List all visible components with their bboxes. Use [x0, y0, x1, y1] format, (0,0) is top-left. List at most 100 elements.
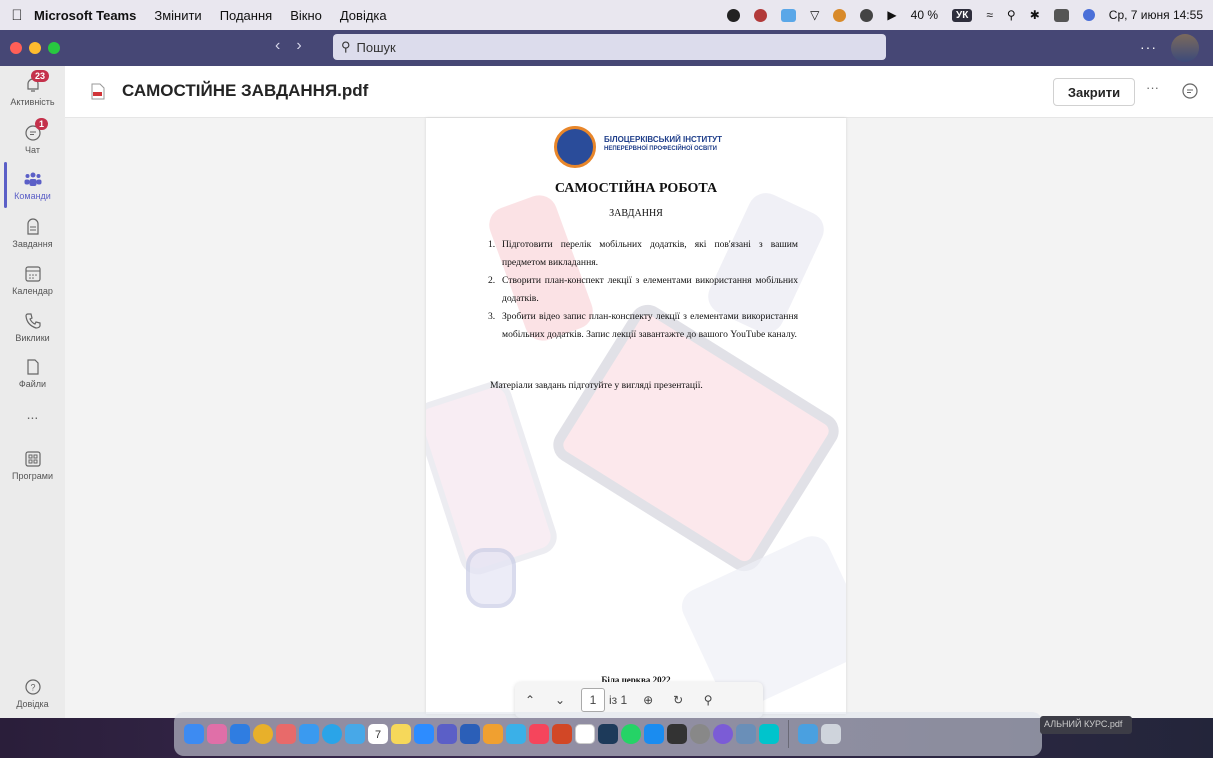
search-icon[interactable]: ⚲ — [1007, 8, 1016, 22]
teams-titlebar: ‹ › ⚲ Пошук ··· — [0, 30, 1213, 66]
chrome-icon[interactable] — [253, 724, 273, 744]
rail-item-apps[interactable]: Програми — [0, 450, 65, 481]
zoom-icon[interactable] — [414, 724, 434, 744]
keyboard-layout-badge[interactable]: УК — [952, 8, 973, 22]
status-app-icon[interactable] — [754, 8, 768, 22]
rail-label: Завдання — [12, 239, 53, 249]
preview-icon[interactable] — [736, 724, 756, 744]
institute-logo — [554, 126, 596, 168]
back-arrow-icon[interactable]: ‹ — [275, 37, 280, 55]
avatar[interactable] — [1171, 34, 1199, 62]
safari-icon[interactable] — [230, 724, 250, 744]
battery-label[interactable]: 40 % — [911, 8, 938, 22]
downloads-folder-icon[interactable] — [798, 724, 818, 744]
powerpoint-icon[interactable] — [552, 724, 572, 744]
settings-icon[interactable] — [690, 724, 710, 744]
rail-label: Довідка — [16, 699, 49, 709]
rail-item-chat[interactable]: Чат 1 — [0, 118, 65, 155]
more-options-icon[interactable]: ··· — [1146, 80, 1159, 95]
rail-more-button[interactable]: ... — [0, 406, 65, 422]
maps-icon[interactable] — [345, 724, 365, 744]
apple-icon[interactable]:  — [0, 7, 34, 24]
rail-label: Активність — [10, 97, 55, 107]
status-app-icon[interactable] — [727, 8, 741, 22]
wifi-icon[interactable]: ≈ — [986, 8, 993, 22]
app-icon[interactable] — [506, 724, 526, 744]
app-icon[interactable] — [598, 724, 618, 744]
app-icon[interactable] — [483, 724, 503, 744]
menu-app-name[interactable]: Microsoft Teams — [34, 8, 136, 23]
task-text: Підготовити перелік мобільних додатків, … — [502, 239, 798, 268]
task-number: 3. — [488, 311, 496, 322]
document-heading: САМОСТІЙНА РОБОТА — [554, 181, 718, 196]
notes-icon[interactable] — [391, 724, 411, 744]
menu-window[interactable]: Вікно — [290, 8, 322, 23]
viber-icon[interactable] — [713, 724, 733, 744]
mail-icon[interactable] — [299, 724, 319, 744]
rotate-icon[interactable]: ↻ — [663, 693, 693, 707]
rail-label: Файли — [18, 379, 47, 389]
minimize-window-button[interactable] — [29, 42, 41, 54]
rail-label: Виклики — [15, 333, 50, 343]
teams-icon[interactable] — [437, 724, 457, 744]
search-icon[interactable]: ⚲ — [693, 693, 723, 707]
settings-more-icon[interactable]: ··· — [1140, 39, 1157, 55]
photos-icon[interactable] — [276, 724, 296, 744]
whatsapp-icon[interactable] — [621, 724, 641, 744]
task-list: 1. Підготовити перелік мобільних додаткі… — [488, 236, 798, 344]
status-app-icon[interactable] — [781, 8, 797, 22]
pdf-file-icon — [91, 83, 105, 100]
page-number-input[interactable]: 1 — [581, 688, 605, 712]
menu-edit[interactable]: Змінити — [154, 8, 201, 23]
rail-item-calls[interactable]: Виклики — [0, 312, 65, 343]
forward-arrow-icon[interactable]: › — [296, 37, 301, 55]
rail-item-help[interactable]: ? Довідка — [0, 678, 65, 709]
play-icon[interactable]: ▶ — [887, 8, 896, 22]
status-app-icon[interactable] — [860, 8, 874, 22]
app-store-icon[interactable] — [644, 724, 664, 744]
menu-view[interactable]: Подання — [220, 8, 273, 23]
pdf-viewer[interactable]: БІЛОЦЕРКІВСЬКИЙ ІНСТИТУТ НЕПЕРЕРВНОЇ ПРО… — [65, 118, 1213, 718]
rail-item-activity[interactable]: Активність 23 — [0, 70, 65, 107]
word-icon[interactable] — [460, 724, 480, 744]
window-controls — [10, 42, 60, 54]
task-text: Створити план-конспект лекції з елемента… — [502, 275, 798, 304]
zoom-in-icon[interactable]: ⊕ — [633, 693, 663, 707]
document-note: Матеріали завдань підготуйте у вигляді п… — [490, 380, 703, 391]
trash-icon[interactable] — [821, 724, 841, 744]
music-icon[interactable] — [529, 724, 549, 744]
rail-item-assignments[interactable]: Завдання — [0, 218, 65, 249]
rail-label: Чат — [25, 145, 40, 155]
calculator-icon[interactable] — [667, 724, 687, 744]
control-center-icon[interactable] — [1053, 8, 1069, 22]
rail-item-teams[interactable]: Команди — [0, 170, 65, 201]
canva-icon[interactable] — [759, 724, 779, 744]
dock-separator — [788, 720, 789, 748]
chat-icon[interactable] — [1181, 82, 1199, 100]
teams-icon — [24, 172, 41, 186]
calendar-icon[interactable]: 7 — [368, 724, 388, 744]
textedit-icon[interactable] — [575, 724, 595, 744]
launchpad-icon[interactable] — [207, 724, 227, 744]
close-window-button[interactable] — [10, 42, 22, 54]
menubar-datetime[interactable]: Ср, 7 июня 14:55 — [1109, 8, 1203, 22]
telegram-icon[interactable] — [322, 724, 342, 744]
finder-icon[interactable] — [184, 724, 204, 744]
siri-icon[interactable] — [1082, 9, 1095, 21]
desktop-file-label[interactable]: АЛЬНИЙ КУРС.pdf — [1040, 716, 1132, 734]
list-item: 3. Зробити відео запис план-конспекту ле… — [488, 308, 798, 344]
help-icon: ? — [24, 679, 41, 695]
search-input[interactable]: ⚲ Пошук — [333, 34, 886, 60]
shield-icon[interactable]: ▽ — [810, 8, 819, 22]
rail-item-calendar[interactable]: Календар — [0, 265, 65, 296]
next-page-icon[interactable]: ⌄ — [545, 693, 575, 707]
rail-item-files[interactable]: Файли — [0, 358, 65, 389]
rail-label: Команди — [14, 191, 51, 201]
bluetooth-icon[interactable]: ✱ — [1030, 8, 1040, 22]
menu-help[interactable]: Довідка — [340, 8, 387, 23]
status-app-icon[interactable] — [833, 8, 847, 22]
zoom-window-button[interactable] — [48, 42, 60, 54]
macos-menubar:  Microsoft Teams Змінити Подання Вікно … — [0, 0, 1213, 30]
close-button[interactable]: Закрити — [1053, 78, 1135, 106]
previous-page-icon[interactable]: ⌃ — [515, 693, 545, 707]
